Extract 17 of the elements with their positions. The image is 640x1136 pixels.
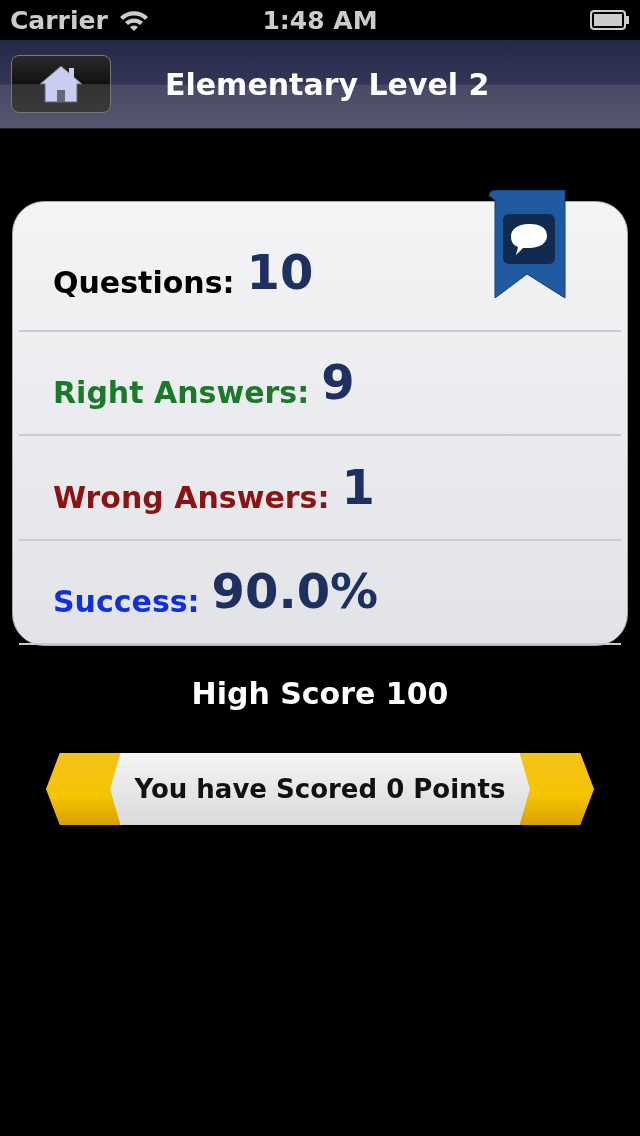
stat-value: 10 [246, 247, 314, 296]
stat-label: Wrong Answers: [53, 479, 330, 515]
stat-label: Right Answers: [53, 375, 310, 411]
stat-value: 1 [341, 462, 375, 511]
high-score-label: High Score 100 [191, 676, 449, 711]
bookmark-ribbon-icon [485, 190, 567, 298]
stat-value: 9 [321, 358, 355, 407]
stat-value: 90.0% [211, 567, 379, 615]
score-plate: You have Scored 0 Points [110, 753, 530, 825]
status-time: 1:48 AM [262, 5, 378, 35]
home-icon [38, 64, 84, 104]
screen-title: Elementary Level 2 [165, 66, 490, 102]
home-button[interactable] [11, 55, 111, 113]
carrier-label: Carrier [10, 5, 108, 35]
stat-label: Success: [53, 584, 200, 619]
battery-icon [590, 10, 630, 30]
stat-label: Questions: [53, 264, 235, 300]
